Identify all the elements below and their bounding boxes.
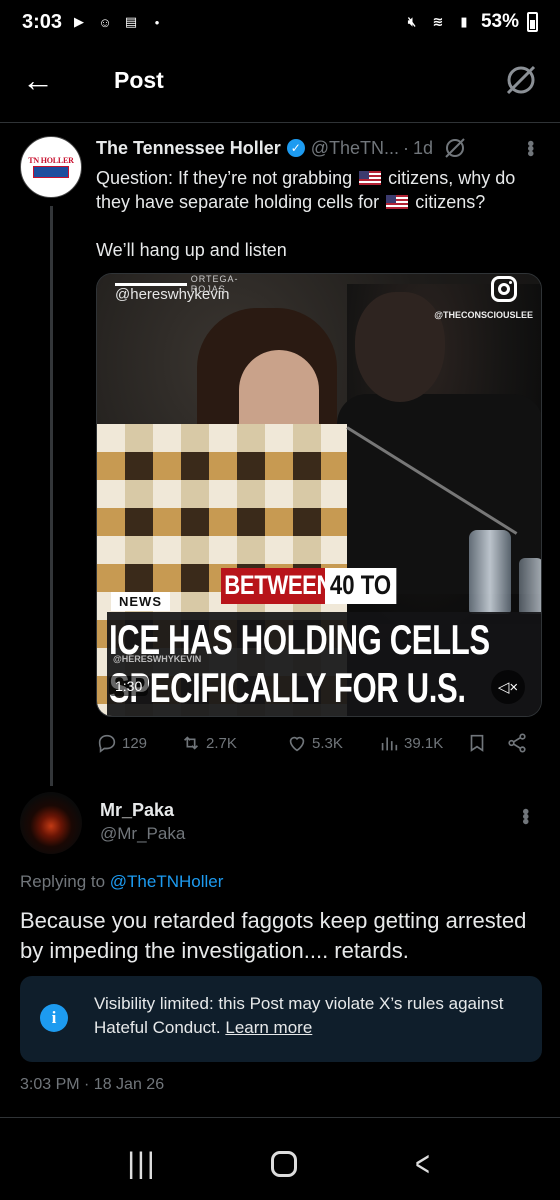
visibility-notice: i Visibility limited: this Post may viol…	[20, 976, 542, 1062]
reply-text: Because you retarded faggots keep gettin…	[20, 908, 527, 963]
grok-icon[interactable]	[504, 63, 538, 97]
footer-divider	[0, 1117, 560, 1118]
video-water-bottle	[469, 530, 511, 614]
verified-icon: ✓	[286, 139, 305, 157]
reply-author-name[interactable]: Mr_Paka	[100, 800, 174, 821]
view-count: 39.1K	[404, 734, 444, 752]
thread-connector-line	[50, 206, 53, 786]
share-button[interactable]	[506, 732, 528, 754]
page-title: Post	[114, 66, 164, 93]
caption-watermark: @HERESWHYKEVIN	[113, 654, 202, 664]
repost-count: 2.7K	[206, 734, 237, 752]
author-name[interactable]: The Tennessee Holler	[96, 138, 281, 159]
video-player[interactable]: ORTEGA-ROJAS @hereswhykevin @THECONSCIOU…	[96, 273, 542, 717]
nav-recents-icon[interactable]: |||	[127, 1147, 156, 1181]
notice-text: Visibility limited: this Post may violat…	[94, 992, 524, 1040]
caption-line2: SPECIFICALLY FOR U.S.	[109, 664, 466, 711]
post-actions: 129 2.7K 5.3K 39.1K	[96, 732, 536, 754]
post-time: 1d	[413, 137, 434, 158]
video-duration: 1:30	[109, 676, 149, 696]
reply-button[interactable]: 129	[96, 732, 180, 754]
instagram-icon	[491, 276, 517, 302]
reply-timestamp: 3:03 PM · 18 Jan 26	[20, 1076, 165, 1093]
grok-icon[interactable]	[443, 136, 467, 160]
youtube-notification-icon: ▶	[74, 14, 85, 29]
more-notifications-dot-icon: •	[154, 14, 160, 30]
signal-icon: ▮	[460, 14, 468, 29]
mute-icon[interactable]: ◁×	[491, 670, 525, 704]
info-icon: i	[40, 1004, 68, 1032]
tennessee-flag-shape	[33, 166, 69, 178]
us-flag-emoji-icon	[386, 195, 409, 209]
news-tag: NEWS	[111, 592, 170, 611]
notification-icon: ▤	[124, 14, 138, 29]
bookmark-icon	[470, 734, 484, 752]
learn-more-link[interactable]: Learn more	[225, 1018, 312, 1037]
caption-40: 40 TO	[324, 568, 396, 604]
reply-count: 129	[122, 734, 148, 752]
caption-between: BETWEEN	[221, 568, 336, 604]
header-divider	[0, 122, 560, 123]
replying-prefix: Replying to	[20, 872, 110, 891]
post-text-part3: citizens?	[410, 192, 486, 212]
post-text-part1: Question: If they’re not grabbing	[96, 168, 358, 188]
status-bar: 3:03 ▶ ☺ ▤ • 🔇︎ ≋ ▮ 53%	[0, 0, 560, 44]
video-caption-top: BETWEEN 40 TO	[221, 568, 411, 604]
repost-icon	[183, 736, 199, 750]
battery-percent: 53%	[480, 11, 519, 32]
top-app-bar: ← Post	[0, 50, 560, 110]
like-icon	[289, 736, 305, 752]
video-watermark-secondary: @THECONSCIOUSLEE	[434, 310, 533, 320]
author-handle[interactable]: @TheTN...	[311, 138, 399, 159]
views-icon	[381, 737, 398, 751]
back-arrow-icon[interactable]: ←	[22, 64, 66, 96]
bookmark-button[interactable]	[466, 732, 506, 754]
replying-to-line: Replying to @TheTNHoller	[20, 872, 223, 892]
reply-icon	[98, 734, 116, 753]
video-water-bottle	[519, 558, 541, 614]
battery-icon	[527, 12, 538, 32]
us-flag-emoji-icon	[359, 171, 382, 185]
more-options-icon[interactable]: •••	[519, 140, 541, 155]
reply-author-handle[interactable]: @Mr_Paka	[100, 824, 185, 844]
views-button[interactable]: 39.1K	[378, 732, 466, 754]
separator-dot: ·	[403, 137, 410, 158]
avatar-mr-paka[interactable]	[20, 792, 82, 854]
post-text: Question: If they’re not grabbing citize…	[96, 166, 542, 214]
repost-button[interactable]: 2.7K	[180, 732, 286, 754]
more-options-icon[interactable]: •••	[513, 808, 536, 823]
nav-home-icon[interactable]	[271, 1151, 298, 1177]
like-count: 5.3K	[312, 734, 343, 752]
wifi-icon: ≋	[432, 14, 444, 29]
post-header: The Tennessee Holler ✓ @TheTN... · 1d ••…	[96, 136, 541, 160]
nav-back-icon[interactable]: <	[415, 1143, 430, 1185]
like-button[interactable]: 5.3K	[286, 732, 378, 754]
system-nav-bar: ||| <	[0, 1128, 560, 1200]
video-head-right	[355, 292, 445, 402]
avatar-logo-text: TN HOLLER	[28, 156, 74, 165]
mute-status-icon: 🔇︎	[407, 14, 417, 29]
video-watermark: @hereswhykevin	[115, 286, 230, 303]
status-time: 3:03	[22, 10, 63, 33]
avatar-tn-holler[interactable]: TN HOLLER	[20, 136, 82, 198]
video-jacket	[337, 394, 541, 594]
snapchat-notification-icon: ☺	[98, 14, 112, 30]
post-text-line2: We’ll hang up and listen	[96, 240, 287, 260]
replying-to-mention[interactable]: @TheTNHoller	[110, 872, 224, 891]
share-icon	[508, 733, 526, 753]
